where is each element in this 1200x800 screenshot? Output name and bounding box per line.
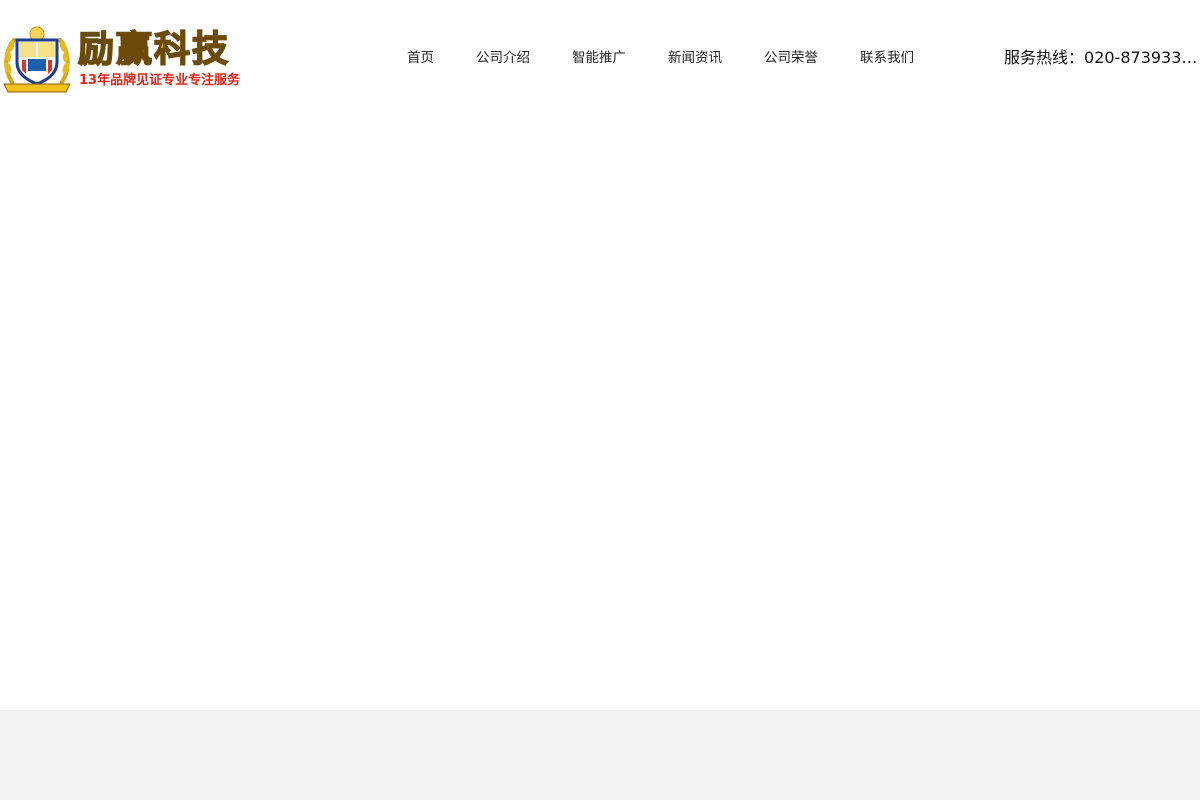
page: 励赢科技 13年品牌见证专业专注服务 首页 公司介绍 智能推广 新闻资讯 公司荣… <box>0 0 1200 800</box>
nav-item-promotion[interactable]: 智能推广 <box>551 46 647 70</box>
hotline-number[interactable]: 020-87393388 <box>1084 48 1200 67</box>
hotline-label: 服务热线： <box>1004 48 1085 67</box>
nav-item-home[interactable]: 首页 <box>386 46 455 70</box>
site-logo[interactable]: 励赢科技 13年品牌见证专业专注服务 <box>0 22 290 96</box>
logo-slogan: 13年品牌见证专业专注服务 <box>79 73 241 88</box>
nav-item-news[interactable]: 新闻资讯 <box>647 46 743 70</box>
site-header: 励赢科技 13年品牌见证专业专注服务 首页 公司介绍 智能推广 新闻资讯 公司荣… <box>0 0 1200 112</box>
main-content-area <box>0 112 1200 710</box>
shield-wreath-emblem-icon <box>3 26 71 93</box>
footer-band <box>0 710 1200 800</box>
logo-name: 励赢科技 <box>77 29 231 71</box>
main-nav: 首页 公司介绍 智能推广 新闻资讯 公司荣誉 联系我们 <box>386 46 935 70</box>
service-hotline: 服务热线：020-87393388 <box>1004 45 1200 71</box>
nav-item-about[interactable]: 公司介绍 <box>455 46 551 70</box>
nav-item-contact[interactable]: 联系我们 <box>839 46 935 70</box>
nav-item-honors[interactable]: 公司荣誉 <box>743 46 839 70</box>
